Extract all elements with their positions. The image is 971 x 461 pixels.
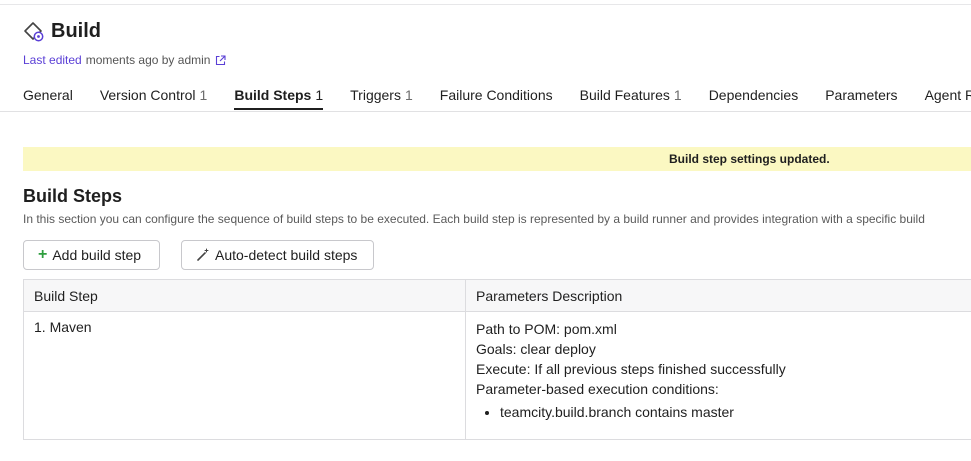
notice-text: Build step settings updated. <box>669 152 830 166</box>
conditions-list: teamcity.build.branch contains master <box>476 402 786 422</box>
tab-build-steps[interactable]: Build Steps 1 <box>234 87 324 110</box>
tabs-divider <box>0 111 971 112</box>
tab-version-control[interactable]: Version Control 1 <box>100 87 208 109</box>
tab-triggers[interactable]: Triggers 1 <box>350 87 413 109</box>
param-execute: Execute: If all previous steps finished … <box>476 361 786 377</box>
top-divider <box>0 4 971 5</box>
param-goals: Goals: clear deploy <box>476 341 596 357</box>
tab-build-features[interactable]: Build Features 1 <box>580 87 682 109</box>
tab-count: 1 <box>315 87 324 103</box>
column-header-build-step: Build Step <box>34 288 98 304</box>
settings-tabs: General Version Control 1 Build Steps 1 Tr… <box>23 87 971 110</box>
external-link-icon[interactable] <box>215 54 227 66</box>
build-steps-table: Build Step Parameters Description 1. Mav… <box>23 279 971 440</box>
add-build-step-button[interactable]: + Add build step <box>23 240 160 270</box>
tab-count: 1 <box>199 87 208 103</box>
table-header: Build Step Parameters Description <box>24 280 971 312</box>
auto-detect-build-steps-button[interactable]: Auto-detect build steps <box>181 240 374 270</box>
success-notice: Build step settings updated. <box>23 147 971 171</box>
tab-general[interactable]: General <box>23 87 73 109</box>
tab-dependencies[interactable]: Dependencies <box>709 87 799 109</box>
build-config-icon <box>24 21 44 41</box>
plus-icon: + <box>38 246 48 263</box>
last-edited-text: moments ago by admin <box>85 53 211 67</box>
auto-detect-label: Auto-detect build steps <box>215 247 358 263</box>
magic-wand-icon <box>197 248 209 261</box>
last-edited-info: Last edited moments ago by admin <box>23 53 227 67</box>
tab-agent-requirements[interactable]: Agent Requ <box>925 87 971 109</box>
section-title: Build Steps <box>23 186 123 206</box>
parameters-description[interactable]: Path to POM: pom.xml Goals: clear deploy… <box>476 319 786 422</box>
add-build-step-label: Add build step <box>52 247 142 263</box>
column-separator <box>465 280 466 439</box>
tab-failure-conditions[interactable]: Failure Conditions <box>440 87 553 109</box>
tab-parameters[interactable]: Parameters <box>825 87 897 109</box>
page-title: Build <box>51 20 101 42</box>
param-conditions-label: Parameter-based execution conditions: <box>476 381 719 397</box>
build-step-name[interactable]: 1. Maven <box>34 319 92 335</box>
param-pom-path: Path to POM: pom.xml <box>476 321 617 337</box>
page-header: Build Last edited moments ago by admin <box>23 20 227 67</box>
tab-count: 1 <box>404 87 413 103</box>
condition-item: teamcity.build.branch contains master <box>500 402 786 422</box>
last-edited-link[interactable]: Last edited <box>23 53 82 67</box>
column-header-parameters: Parameters Description <box>476 288 623 304</box>
section-description: In this section you can configure the se… <box>23 212 925 226</box>
tab-count: 1 <box>673 87 682 103</box>
